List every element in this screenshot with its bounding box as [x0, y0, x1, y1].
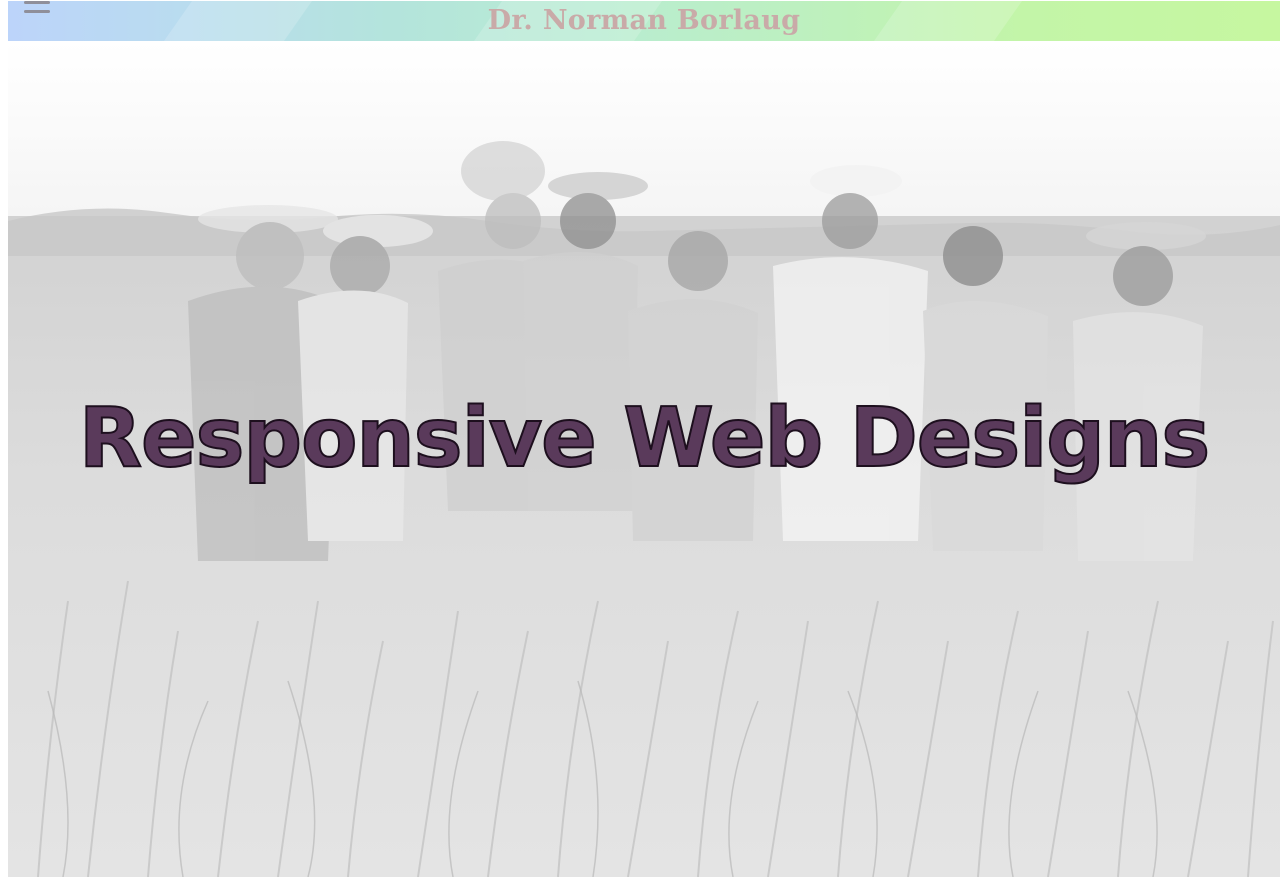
site-title: Dr. Norman Borlaug	[487, 5, 801, 36]
page: Dr. Norman Borlaug Responsive Web Design…	[0, 0, 1280, 877]
hero-banner: Responsive Web Designs	[8, 41, 1280, 877]
header-bar: Dr. Norman Borlaug	[8, 1, 1280, 41]
hero-heading: Responsive Web Designs	[78, 390, 1211, 487]
